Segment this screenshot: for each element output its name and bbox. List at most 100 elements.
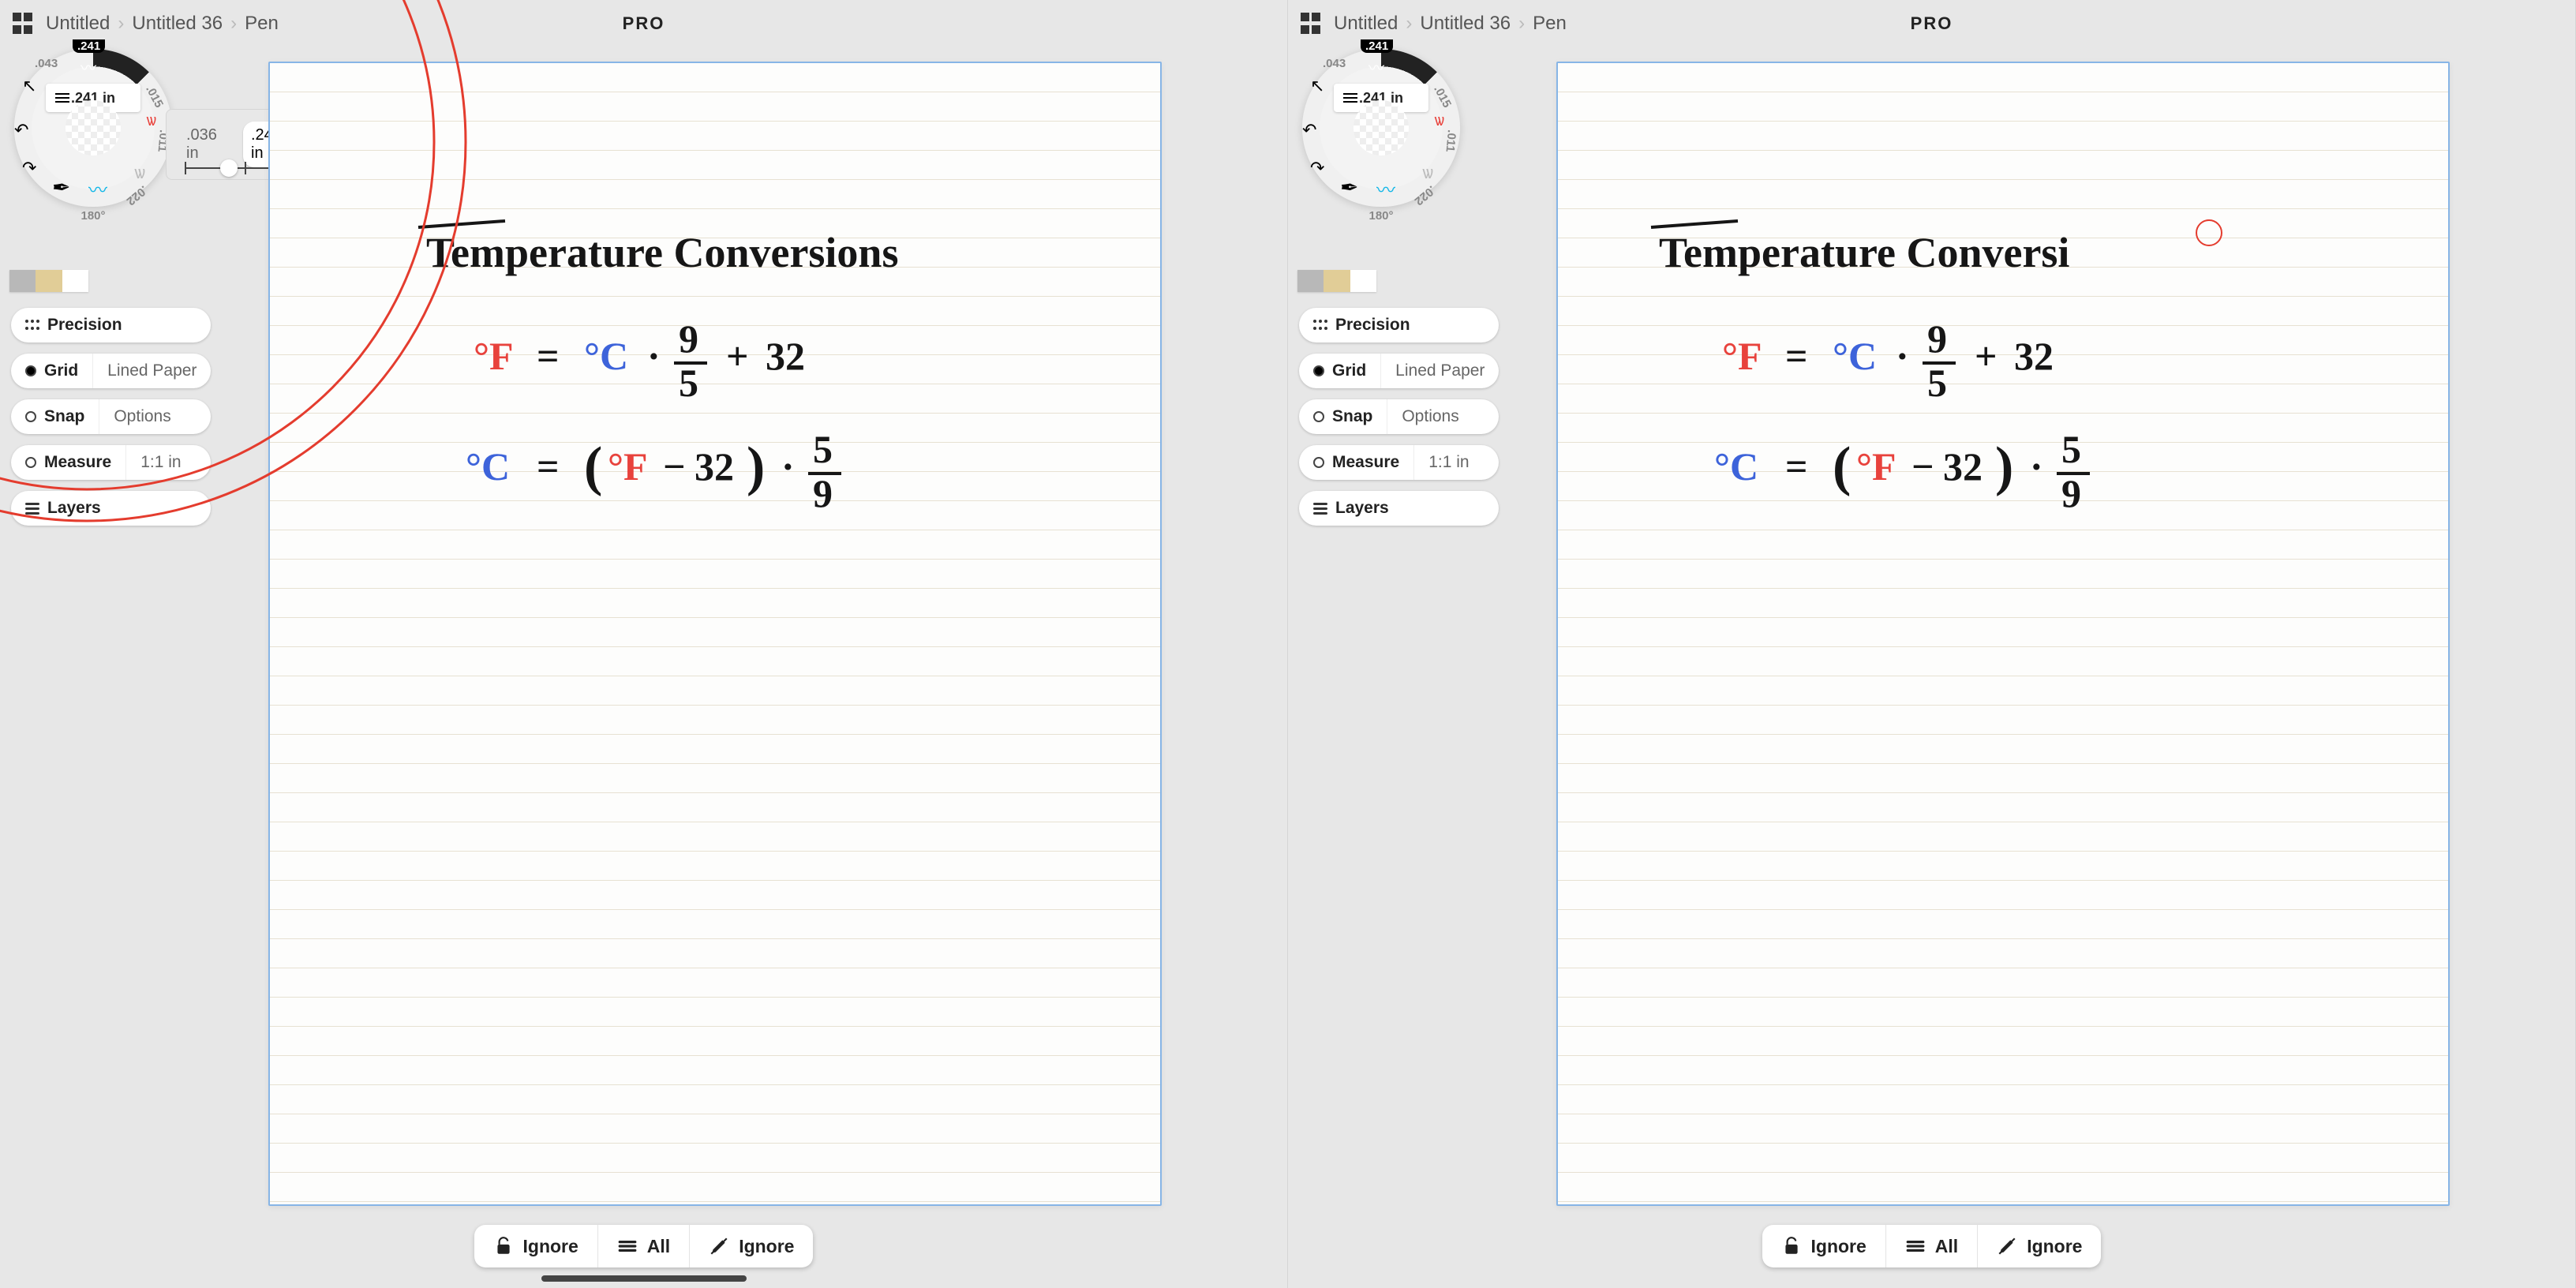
recent-colors[interactable] — [9, 270, 88, 292]
all-button[interactable]: All — [1885, 1225, 1977, 1267]
pulse-icon: 〰 — [80, 55, 96, 78]
crumb-tool[interactable]: Pen — [1533, 13, 1567, 35]
brush-wave-icon[interactable]: 〰 — [1376, 174, 1395, 202]
apps-icon[interactable] — [1301, 13, 1323, 35]
wheel-angle[interactable]: 180° — [80, 209, 105, 223]
wheel-angle[interactable]: 180° — [1368, 209, 1393, 223]
stylus-ignore-button[interactable]: Ignore — [1977, 1225, 2101, 1267]
layers-icon — [25, 503, 39, 515]
red-marker-circle — [2196, 219, 2222, 246]
grid-button[interactable]: Grid — [1299, 354, 1380, 388]
precision-label: Precision — [47, 316, 122, 335]
layers-label: Layers — [47, 499, 101, 518]
redo-icon[interactable]: ↷ — [1310, 158, 1324, 178]
chevron-right-icon: › — [1518, 13, 1525, 35]
cursor-icon[interactable]: ↖ — [1310, 76, 1324, 96]
wheel-color-swatch[interactable] — [66, 100, 121, 155]
canvas-paper[interactable] — [1556, 62, 2450, 1206]
measure-scale[interactable]: 1:1 in — [1413, 445, 1483, 480]
wheel-size-active[interactable]: .241 — [73, 39, 105, 53]
pro-label: PRO — [623, 13, 665, 34]
wheel-size-r[interactable]: .011 — [1443, 129, 1458, 153]
brush-scribble-icon[interactable]: ѡ — [134, 163, 145, 183]
snap-options-button[interactable]: Options — [1387, 399, 1473, 434]
unlock-icon — [493, 1236, 514, 1256]
crumb-home[interactable]: Untitled — [1334, 13, 1398, 35]
wheel-size-tr[interactable]: .015 — [143, 84, 166, 110]
wheel-size-tl[interactable]: .043 — [1323, 57, 1346, 70]
color-swatch-tan[interactable] — [36, 270, 62, 292]
snap-button[interactable]: Snap — [1299, 399, 1387, 434]
tool-wheel[interactable]: .043 .241 〰 .015 .011 .022 180° ↖ ↶ ↷ ✒ … — [1302, 49, 1460, 207]
crumb-doc[interactable]: Untitled 36 — [132, 13, 223, 35]
lock-ignore-button[interactable]: Ignore — [1762, 1225, 1885, 1267]
all-button[interactable]: All — [597, 1225, 689, 1267]
apps-icon[interactable] — [13, 13, 35, 35]
measure-button[interactable]: Measure — [11, 445, 125, 480]
brush-pen-icon[interactable]: ѡ — [1435, 112, 1444, 130]
wheel-size-tr[interactable]: .015 — [1431, 84, 1454, 110]
stylus-icon — [709, 1236, 729, 1256]
home-indicator — [541, 1275, 747, 1282]
wheel-size-tl[interactable]: .043 — [35, 57, 58, 70]
layers-button[interactable]: Layers — [1299, 491, 1499, 526]
wheel-color-swatch[interactable] — [1354, 100, 1409, 155]
breadcrumb-bar: Untitled › Untitled 36 › Pen PRO — [1288, 0, 2575, 47]
brush-wave-icon[interactable]: 〰 — [88, 174, 107, 202]
chevron-right-icon: › — [230, 13, 237, 35]
wheel-size-br[interactable]: .022 — [124, 183, 150, 208]
undo-icon[interactable]: ↶ — [1302, 120, 1316, 140]
canvas-paper[interactable] — [268, 62, 1162, 1206]
brush-blob-icon[interactable]: ✒ — [1340, 174, 1358, 200]
color-swatch-tan[interactable] — [1324, 270, 1350, 292]
undo-icon[interactable]: ↶ — [14, 120, 28, 140]
snap-row: Snap Options — [11, 399, 211, 434]
grid-button[interactable]: Grid — [11, 354, 92, 388]
right-pane: Untitled › Untitled 36 › Pen PRO .043 .2… — [1288, 0, 2576, 1288]
crumb-tool[interactable]: Pen — [245, 13, 279, 35]
measure-row: Measure 1:1 in — [11, 445, 211, 480]
recent-colors[interactable] — [1297, 270, 1376, 292]
grid-row: Grid Lined Paper — [11, 354, 211, 388]
radio-icon — [25, 411, 36, 422]
crumb-home[interactable]: Untitled — [46, 13, 110, 35]
lines-icon — [1905, 1236, 1926, 1256]
measure-scale[interactable]: 1:1 in — [125, 445, 195, 480]
crumb-doc[interactable]: Untitled 36 — [1420, 13, 1511, 35]
stylus-ignore-button[interactable]: Ignore — [689, 1225, 813, 1267]
slider-knob[interactable] — [220, 159, 238, 177]
brush-blob-icon[interactable]: ✒ — [52, 174, 70, 200]
bottom-toolbar: Ignore All Ignore — [1762, 1225, 2102, 1267]
snap-options-button[interactable]: Options — [99, 399, 185, 434]
snap-button[interactable]: Snap — [11, 399, 99, 434]
breadcrumb-bar: Untitled › Untitled 36 › Pen PRO — [0, 0, 1287, 47]
wheel-size-br[interactable]: .022 — [1412, 183, 1438, 208]
side-controls: Precision Grid Lined Paper Snap Options … — [11, 308, 211, 526]
measure-button[interactable]: Measure — [1299, 445, 1413, 480]
stylus-icon — [1997, 1236, 2017, 1256]
radio-icon — [25, 457, 36, 468]
pulse-icon: 〰 — [1368, 55, 1384, 78]
layers-button[interactable]: Layers — [11, 491, 211, 526]
lock-ignore-button[interactable]: Ignore — [474, 1225, 597, 1267]
drag-icon — [25, 320, 39, 331]
color-swatch-gray[interactable] — [1297, 270, 1324, 292]
drag-icon — [1313, 320, 1327, 331]
lined-paper-button[interactable]: Lined Paper — [92, 354, 211, 388]
redo-icon[interactable]: ↷ — [22, 158, 36, 178]
tool-wheel[interactable]: .043 .241 〰 .015 .011 .022 180° ↖ ↶ ↷ ✒ … — [14, 49, 172, 207]
brush-pen-icon[interactable]: ѡ — [147, 112, 156, 130]
wheel-size-active[interactable]: .241 — [1361, 39, 1393, 53]
left-pane: Untitled › Untitled 36 › Pen PRO .043 .2… — [0, 0, 1288, 1288]
precision-button[interactable]: Precision — [1299, 308, 1499, 343]
side-controls: Precision Grid Lined Paper Snap Options … — [1299, 308, 1499, 526]
cursor-icon[interactable]: ↖ — [22, 76, 36, 96]
color-swatch-gray[interactable] — [9, 270, 36, 292]
radio-filled-icon — [25, 365, 36, 376]
precision-button[interactable]: Precision — [11, 308, 211, 343]
color-swatch-white[interactable] — [62, 270, 88, 292]
chevron-right-icon: › — [118, 13, 124, 35]
lined-paper-button[interactable]: Lined Paper — [1380, 354, 1499, 388]
brush-scribble-icon[interactable]: ѡ — [1422, 163, 1433, 183]
color-swatch-white[interactable] — [1350, 270, 1376, 292]
